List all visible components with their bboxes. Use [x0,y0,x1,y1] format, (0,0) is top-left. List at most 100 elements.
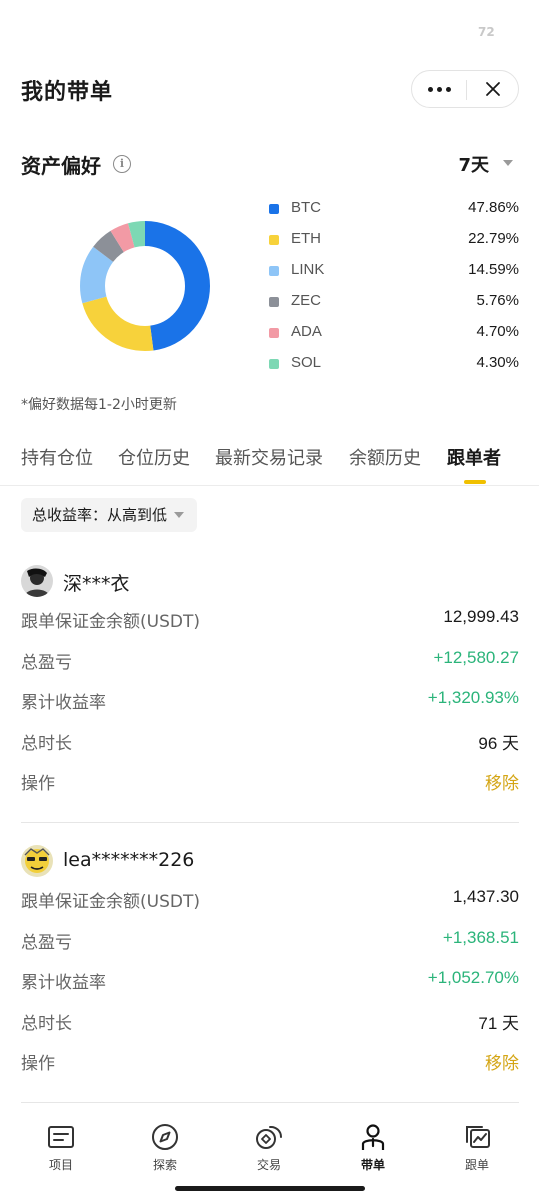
legend-swatch [269,204,279,214]
document-icon [48,1126,74,1148]
legend-value: 47.86% [468,199,519,216]
home-indicator [175,1186,365,1191]
row-label: 跟单保证金余额(USDT) [21,612,200,632]
tabbar-label: 带单 [360,1158,385,1172]
section-tabs: 持有仓位 仓位历史 最新交易记录 余额历史 跟单者 [0,440,539,486]
follower-username: 深***衣 [63,573,130,595]
legend-value: 22.79% [468,230,519,247]
row-label: 操作 [21,1054,55,1074]
legend-label: ADA [291,323,322,340]
asset-preference-title: 资产偏好 [21,154,101,178]
sort-label: 总收益率：从高到低 [32,506,168,524]
legend-value: 5.76% [476,292,519,309]
active-tab-indicator [464,480,486,484]
tabbar-item-trade[interactable]: 交易 [229,1122,309,1173]
follower-card: lea*******226 跟单保证金余额(USDT) 1,437.30 总盈亏… [21,845,519,1082]
row-value: 96 天 [478,733,519,753]
remove-button[interactable]: 移除 [485,769,519,794]
legend-value: 4.30% [476,354,519,371]
legend-label: BTC [291,199,321,216]
follower-user: 深***衣 [21,565,519,599]
list-item: 总盈亏 +12,580.27 [21,640,519,681]
follower-card: 深***衣 跟单保证金余额(USDT) 12,999.43 总盈亏 +12,58… [21,565,519,802]
trade-icon [256,1125,283,1149]
legend-item-ada: ADA 4.70% [269,320,519,351]
row-label: 总盈亏 [21,652,72,673]
status-indicator: 72 [478,25,495,39]
divider [21,1102,519,1103]
tab-latest-trades[interactable]: 最新交易记录 [215,444,323,470]
period-selector[interactable]: 7天 [458,151,489,177]
tabbar-label: 项目 [48,1158,73,1172]
tabbar-item-projects[interactable]: 项目 [21,1122,101,1173]
remove-button[interactable]: 移除 [485,1049,519,1074]
info-icon[interactable]: i [113,155,131,173]
more-button[interactable] [412,71,466,107]
legend-swatch [269,266,279,276]
tabbar-label: 跟单 [464,1158,489,1172]
asset-legend: BTC 47.86% ETH 22.79% LINK 14.59% ZEC 5.76% ADA 4… [269,196,519,382]
legend-label: ETH [291,230,321,247]
compass-icon [152,1124,178,1150]
row-value: 12,999.43 [443,607,519,626]
follower-user: lea*******226 [21,845,519,879]
legend-swatch [269,297,279,307]
legend-item-btc: BTC 47.86% [269,196,519,227]
legend-item-link: LINK 14.59% [269,258,519,289]
tabbar-item-lead-trading[interactable]: 带单 [333,1122,413,1173]
tab-position-history[interactable]: 仓位历史 [118,444,190,470]
row-label: 累计收益率 [21,693,106,713]
row-label: 累计收益率 [21,973,106,993]
close-button[interactable] [468,71,518,107]
row-value: +12,580.27 [433,647,519,667]
row-label: 操作 [21,774,55,794]
caret-down-icon [174,512,185,518]
list-item: 总时长 71 天 [21,1001,519,1042]
caret-down-icon[interactable] [503,160,513,166]
avatar [21,565,53,597]
more-dot-icon [436,86,442,92]
list-item: 总时长 96 天 [21,721,519,762]
preference-update-note: *偏好数据每1-2小时更新 [21,397,177,413]
divider [21,822,519,823]
asset-preference-header: 资产偏好 i 7天 [21,148,519,180]
bottom-tab-bar: 项目 探索 交易 带单 跟单 [0,1110,539,1186]
list-item: 累计收益率 +1,320.93% [21,680,519,721]
legend-item-sol: SOL 4.30% [269,351,519,382]
row-label: 总时长 [21,733,72,754]
list-item: 操作 移除 [21,761,519,802]
legend-swatch [269,359,279,369]
tab-balance-history[interactable]: 余额历史 [349,444,421,470]
sort-dropdown[interactable]: 总收益率：从高到低 [21,498,198,532]
legend-value: 14.59% [468,261,519,278]
copy-chart-icon [466,1126,490,1148]
list-item: 跟单保证金余额(USDT) 1,437.30 [21,879,519,920]
follower-username: lea*******226 [63,849,195,871]
tabbar-item-explore[interactable]: 探索 [125,1122,205,1173]
list-item: 累计收益率 +1,052.70% [21,960,519,1001]
more-dot-icon [427,86,433,92]
row-label: 跟单保证金余额(USDT) [21,892,200,912]
more-dot-icon [445,86,451,92]
tab-followers[interactable]: 跟单者 [447,444,501,470]
close-icon [486,82,500,96]
legend-label: LINK [291,261,325,278]
tabbar-item-copy-trading[interactable]: 跟单 [437,1122,517,1173]
tabbar-label: 交易 [256,1158,281,1172]
list-item: 操作 移除 [21,1041,519,1082]
asset-donut-chart [80,221,210,351]
mini-program-capsule [411,70,519,108]
legend-label: SOL [291,354,322,371]
row-value: 1,437.30 [452,887,519,906]
row-value: +1,368.51 [442,927,519,947]
page-title: 我的带单 [21,80,114,105]
list-item: 跟单保证金余额(USDT) 12,999.43 [21,599,519,640]
row-label: 总时长 [21,1013,72,1034]
avatar [21,845,53,877]
row-value: +1,320.93% [427,688,519,707]
row-value: +1,052.70% [427,968,519,987]
row-label: 总盈亏 [21,932,72,953]
legend-swatch [269,328,279,338]
tab-positions[interactable]: 持有仓位 [21,444,93,470]
person-icon [361,1124,385,1150]
